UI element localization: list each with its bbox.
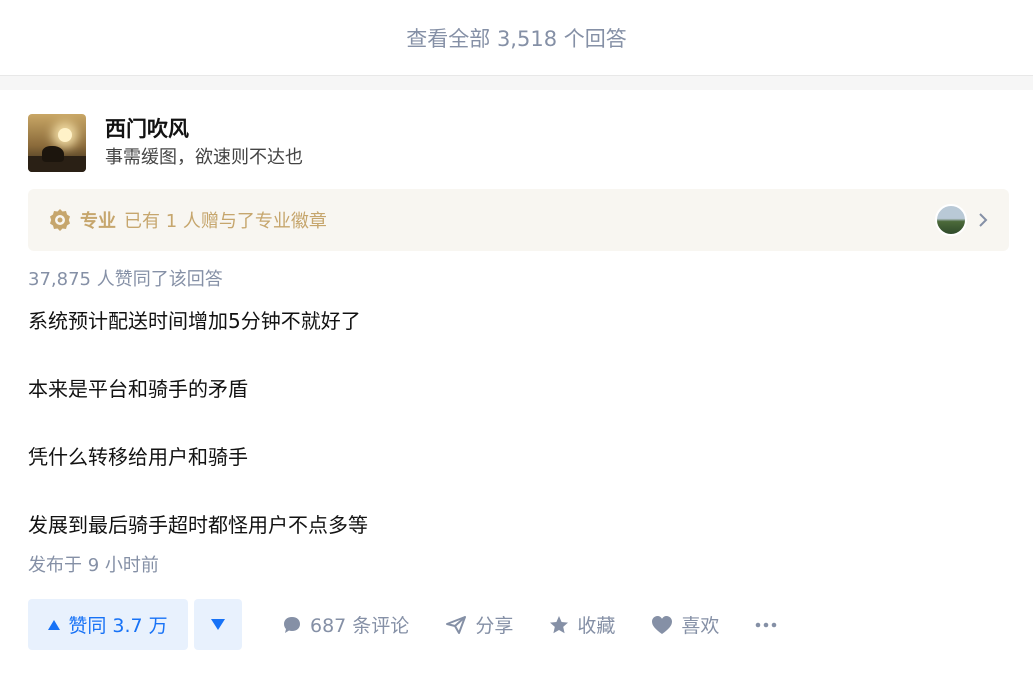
share-label: 分享 <box>475 615 514 637</box>
chevron-right-icon <box>979 213 988 227</box>
answer-paragraph: 凭什么转移给用户和骑手 <box>28 445 248 469</box>
professional-badge-bar[interactable]: 专业 已有 1 人赠与了专业徽章 <box>28 189 1009 251</box>
top-bar: 查看全部 3,518 个回答 <box>0 0 1033 76</box>
more-icon <box>756 622 777 627</box>
share-icon <box>446 615 467 634</box>
comment-button[interactable]: 687 条评论 <box>282 611 409 638</box>
star-icon <box>550 615 569 633</box>
action-bar: 赞同 3.7 万 687 条评论 分享 收藏 喜欢 <box>28 599 777 650</box>
answer-paragraph: 本来是平台和骑手的矛盾 <box>28 377 248 401</box>
badge-description: 已有 1 人赠与了专业徽章 <box>124 211 327 232</box>
more-button[interactable] <box>755 622 777 628</box>
author-name[interactable]: 西门吹风 <box>105 114 303 144</box>
like-button[interactable]: 喜欢 <box>651 611 719 638</box>
voters-count[interactable]: 37,875 人赞同了该回答 <box>28 267 223 293</box>
comment-icon <box>284 616 300 633</box>
badge-title: 专业 <box>80 211 116 232</box>
avatar-sun <box>58 128 72 142</box>
comment-label: 687 条评论 <box>310 615 410 637</box>
view-all-answers-link[interactable]: 查看全部 3,518 个回答 <box>406 23 626 53</box>
author-avatar[interactable] <box>28 114 86 172</box>
favorite-label: 收藏 <box>577 615 616 637</box>
badge-right <box>935 204 989 236</box>
author-info: 西门吹风 事需缓图，欲速则不达也 <box>105 114 303 172</box>
avatar-rider <box>42 146 64 162</box>
author-headline: 事需缓图，欲速则不达也 <box>105 147 303 168</box>
author-block: 西门吹风 事需缓图，欲速则不达也 <box>28 114 303 172</box>
answer-card: 西门吹风 事需缓图，欲速则不达也 专业 已有 1 人赠与了专业徽章 37,875… <box>0 90 1033 674</box>
like-label: 喜欢 <box>681 615 720 637</box>
badge-giver-avatar[interactable] <box>935 204 967 236</box>
badge-icon <box>50 209 70 231</box>
heart-icon <box>652 615 673 634</box>
favorite-button[interactable]: 收藏 <box>549 611 615 638</box>
share-button[interactable]: 分享 <box>445 611 513 638</box>
downvote-button[interactable] <box>194 599 242 650</box>
answer-paragraph: 发展到最后骑手超时都怪用户不点多等 <box>28 513 368 537</box>
caret-up-icon <box>48 619 61 630</box>
upvote-button[interactable]: 赞同 3.7 万 <box>28 599 188 650</box>
caret-down-icon <box>211 619 225 630</box>
upvote-label: 赞同 3.7 万 <box>68 615 168 637</box>
publish-time[interactable]: 发布于 9 小时前 <box>28 553 159 579</box>
answer-content: 系统预计配送时间增加5分钟不就好了 本来是平台和骑手的矛盾 凭什么转移给用户和骑… <box>28 304 988 542</box>
answer-paragraph: 系统预计配送时间增加5分钟不就好了 <box>28 309 361 333</box>
